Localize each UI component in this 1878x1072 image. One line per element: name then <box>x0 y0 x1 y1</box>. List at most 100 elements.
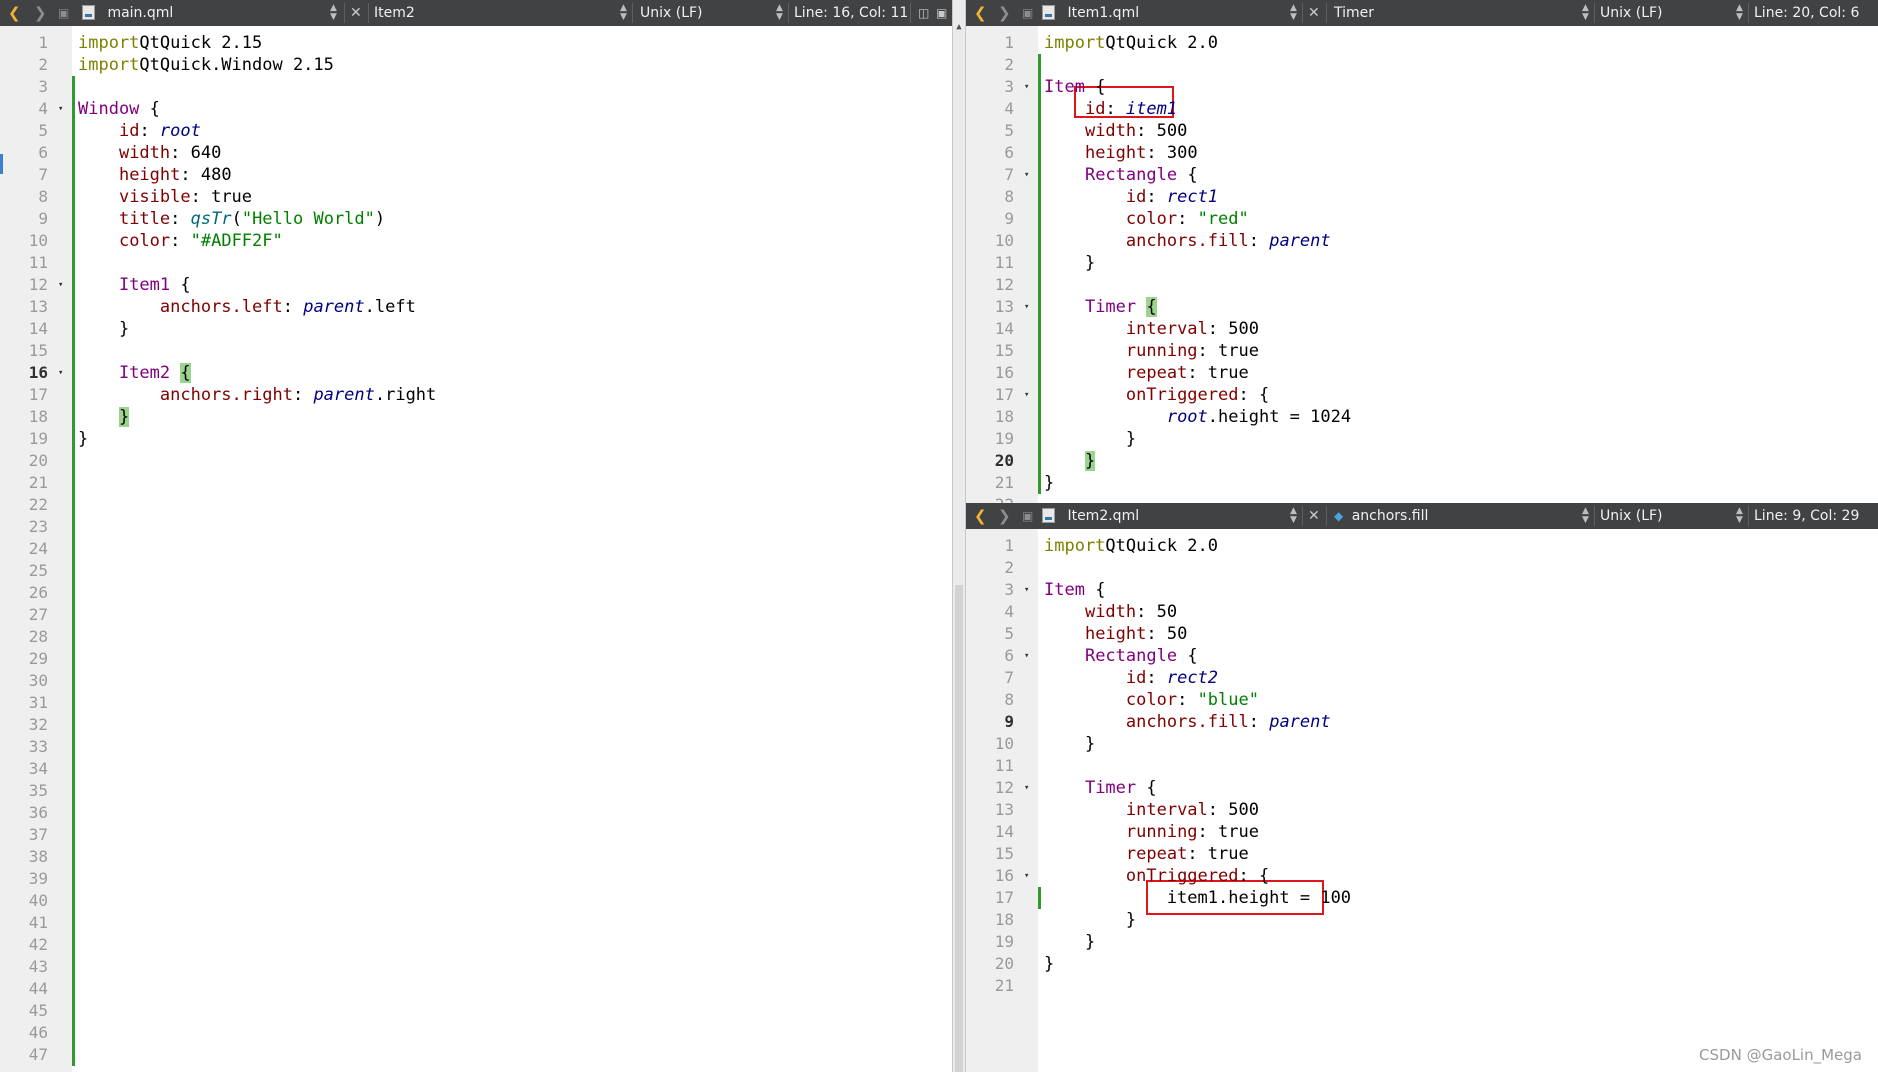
split-close-icon[interactable]: ▣ <box>936 0 947 26</box>
line-number: 35 <box>28 781 48 800</box>
line-number: 27 <box>28 605 48 624</box>
line-number: 10 <box>28 231 48 250</box>
symbol-selector[interactable]: Item2 <box>374 0 415 26</box>
code-line: } <box>118 407 130 427</box>
chevron-right-icon[interactable]: ❯ <box>998 503 1011 529</box>
fold-toggle-icon[interactable]: ▾ <box>1024 296 1034 318</box>
updown-icon: ▲ ▼ <box>620 3 627 22</box>
file-selector[interactable]: Item1.qml <box>1042 0 1139 26</box>
code-editor[interactable]: 1 2 3 ▾ 4 5 6 ▾ 7 8 9 10 11 12 ▾ 13 14 15 16 ▾ 17 18 19 20 21 im… <box>966 529 1878 1072</box>
line-number: 5 <box>1004 121 1014 140</box>
chevron-left-icon[interactable]: ❮ <box>8 0 21 26</box>
code-line: repeat: true <box>1125 363 1249 383</box>
code-editor[interactable]: 123▾4567▾8910111213▾14151617▾1819202122 … <box>966 26 1878 503</box>
chevron-left-icon[interactable]: ❮ <box>974 0 987 26</box>
line-number: 17 <box>994 385 1014 404</box>
line-number: 13 <box>994 800 1014 819</box>
line-number: 8 <box>1004 690 1014 709</box>
line-number: 7 <box>1004 668 1014 687</box>
code-line: height: 300 <box>1084 143 1198 163</box>
updown-icon: ▲ ▼ <box>1290 506 1297 525</box>
symbol-selector[interactable]: Timer <box>1334 0 1374 26</box>
fold-toggle-icon[interactable]: ▾ <box>58 98 68 120</box>
chevron-right-icon[interactable]: ❯ <box>34 0 47 26</box>
file-selector[interactable]: main.qml <box>82 0 173 26</box>
line-number: 38 <box>28 847 48 866</box>
line-number: 22 <box>28 495 48 514</box>
code-line: anchors.right: parent.right <box>159 385 437 405</box>
scrollbar-thumb[interactable] <box>955 585 963 1072</box>
line-number: 12 <box>28 275 48 294</box>
line-number: 31 <box>28 693 48 712</box>
line-number-gutter: 123▾4567▾8910111213▾14151617▾1819202122 <box>966 26 1038 503</box>
line-number: 14 <box>994 822 1014 841</box>
code-line: } <box>1044 473 1055 493</box>
line-number: 25 <box>28 561 48 580</box>
fold-toggle-icon[interactable]: ▾ <box>1024 777 1034 799</box>
line-number: 44 <box>28 979 48 998</box>
fold-toggle-icon[interactable]: ▾ <box>1024 384 1034 406</box>
line-number: 9 <box>1004 209 1014 228</box>
split-icon[interactable]: ◫ <box>918 0 929 26</box>
updown-icon: ▲ ▼ <box>1290 3 1297 22</box>
line-number: 1 <box>1004 536 1014 555</box>
fold-toggle-icon[interactable]: ▾ <box>58 362 68 384</box>
code-line: Window { <box>78 99 160 119</box>
line-number: 8 <box>1004 187 1014 206</box>
fold-toggle-icon[interactable]: ▾ <box>1024 645 1034 667</box>
code-line: height: 480 <box>118 165 232 185</box>
chevron-right-icon[interactable]: ❯ <box>998 0 1011 26</box>
code-line: repeat: true <box>1125 844 1249 864</box>
change-marker <box>1038 887 1041 909</box>
fold-toggle-icon[interactable]: ▾ <box>58 274 68 296</box>
file-selector[interactable]: Item2.qml <box>1042 503 1139 529</box>
file-name: Item2.qml <box>1067 508 1140 524</box>
line-number: 9 <box>1004 712 1014 731</box>
cursor-position[interactable]: Line: 9, Col: 29 <box>1754 503 1859 529</box>
editor-toolbar: ❮ ❯ ▣ Item2.qml ▲ ▼ ✕ ◆ anchors.fill ▲ ▼ U… <box>966 503 1878 529</box>
vertical-splitter[interactable]: ▲ <box>952 0 966 1072</box>
line-number: 23 <box>28 517 48 536</box>
cursor-position[interactable]: Line: 16, Col: 11 <box>794 0 908 26</box>
line-number: 46 <box>28 1023 48 1042</box>
fold-toggle-icon[interactable]: ▾ <box>1024 76 1034 98</box>
line-number: 19 <box>28 429 48 448</box>
close-icon[interactable]: ✕ <box>1308 503 1320 529</box>
encoding-selector[interactable]: Unix (LF) <box>640 0 703 26</box>
line-number: 40 <box>28 891 48 910</box>
editor-pane-item2: ❮ ❯ ▣ Item2.qml ▲ ▼ ✕ ◆ anchors.fill ▲ ▼ U… <box>966 503 1878 1072</box>
file-name: Item1.qml <box>1067 5 1140 21</box>
fold-toggle-icon[interactable]: ▾ <box>1024 579 1034 601</box>
line-number: 20 <box>28 451 48 470</box>
fold-toggle-icon[interactable]: ▾ <box>1024 865 1034 887</box>
code-line: } <box>78 319 130 339</box>
scroll-up-icon[interactable]: ▲ <box>954 22 964 32</box>
line-number-gutter: 1 2 3 ▾ 4 5 6 ▾ 7 8 9 10 11 12 ▾ 13 14 15 16 ▾ 17 18 19 20 21 <box>966 529 1038 1072</box>
code-line: anchors.left: parent.left <box>159 297 416 317</box>
code-editor[interactable]: 1 2 3 4 ▾ 5 6 7 8 9 10 11 12 ▾ 13 14 15 16 ▾ 17 18 19 20 21 22 23… <box>0 26 952 1072</box>
close-icon[interactable]: ✕ <box>350 0 362 26</box>
symbol-selector[interactable]: ◆ anchors.fill <box>1334 503 1428 529</box>
line-number: 10 <box>994 734 1014 753</box>
fold-toggle-icon[interactable]: ▾ <box>1024 164 1034 186</box>
line-number: 11 <box>994 253 1014 272</box>
bookmark-marker <box>0 154 3 174</box>
encoding-selector[interactable]: Unix (LF) <box>1600 503 1663 529</box>
line-number: 5 <box>1004 624 1014 643</box>
line-number: 18 <box>994 407 1014 426</box>
code-line: id: rect1 <box>1125 187 1219 207</box>
code-line: color: "#ADFF2F" <box>118 231 283 251</box>
code-line: Item { <box>1044 580 1106 600</box>
line-number: 42 <box>28 935 48 954</box>
line-number: 9 <box>38 209 48 228</box>
code-line: } <box>78 429 89 449</box>
editor-toolbar: ❮ ❯ ▣ main.qml ▲ ▼ ✕ Item2 ▲ ▼ Unix (LF) ▲… <box>0 0 952 26</box>
chevron-left-icon[interactable]: ❮ <box>974 503 987 529</box>
close-icon[interactable]: ✕ <box>1308 0 1320 26</box>
cursor-position[interactable]: Line: 20, Col: 6 <box>1754 0 1859 26</box>
line-number: 2 <box>38 55 48 74</box>
line-number: 34 <box>28 759 48 778</box>
encoding-selector[interactable]: Unix (LF) <box>1600 0 1663 26</box>
code-line: importQtQuick 2.0 <box>1044 33 1219 53</box>
editor-pane-item1: ❮ ❯ ▣ Item1.qml ▲ ▼ ✕ Timer ▲ ▼ Unix (LF) … <box>966 0 1878 503</box>
